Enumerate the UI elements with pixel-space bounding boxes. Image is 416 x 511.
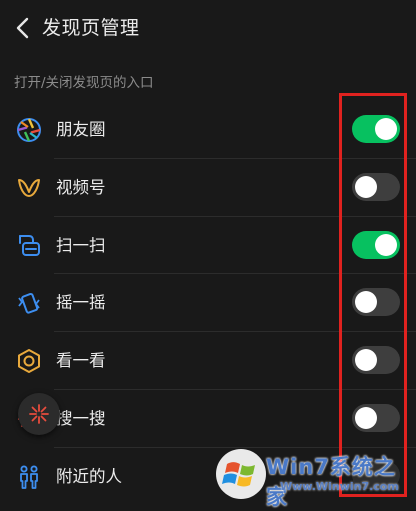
- item-label: 视频号: [56, 177, 106, 197]
- floating-assist-button[interactable]: [18, 393, 60, 435]
- item-label: 附近的人: [56, 466, 122, 486]
- back-arrow-icon[interactable]: [12, 14, 34, 42]
- top-stories-icon: [18, 349, 40, 374]
- channels-butterfly-icon: [18, 178, 40, 197]
- burst-icon: [29, 404, 49, 424]
- watermark: Win7系统之家 Www.Winwin7.com: [216, 447, 416, 509]
- highlight-box: [339, 93, 407, 497]
- item-label: 搜一搜: [56, 408, 106, 428]
- header-bar: 发现页管理: [0, 0, 416, 58]
- item-label: 朋友圈: [56, 120, 106, 139]
- item-label: 扫一扫: [56, 235, 106, 255]
- windows-logo-icon: [216, 449, 266, 499]
- watermark-url: Www.Winwin7.com: [280, 480, 399, 493]
- people-nearby-icon: [20, 465, 38, 489]
- scan-icon: [19, 234, 40, 256]
- section-label: 打开/关闭发现页的入口: [14, 75, 154, 91]
- item-label: 摇一摇: [56, 293, 106, 313]
- shake-phone-icon: [18, 293, 40, 314]
- moments-aperture-icon: [17, 118, 41, 142]
- item-label: 看一看: [56, 351, 106, 371]
- page-title: 发现页管理: [42, 17, 140, 39]
